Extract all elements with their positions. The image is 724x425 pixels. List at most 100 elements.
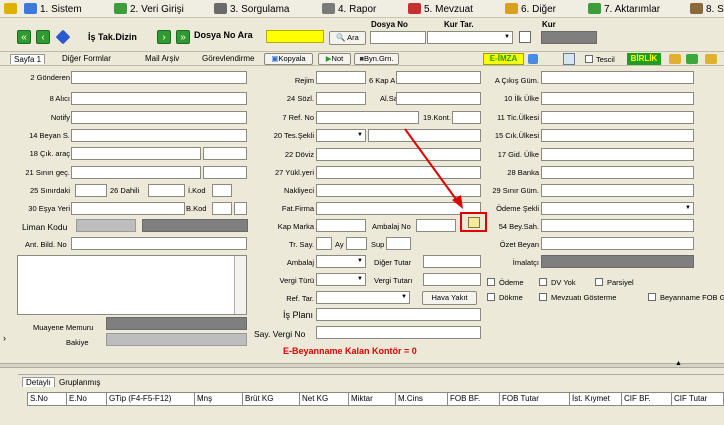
grid-col-fob-bf[interactable]: FOB BF. bbox=[448, 393, 500, 405]
export-icon[interactable] bbox=[705, 54, 717, 64]
bey-sah-input[interactable] bbox=[541, 219, 694, 232]
ref-no-input[interactable] bbox=[316, 111, 419, 124]
menu-8[interactable]: 8. S bbox=[690, 3, 724, 15]
tab-detayli[interactable]: Detaylı bbox=[22, 377, 55, 387]
kur-tar-combo[interactable] bbox=[427, 31, 513, 44]
sinir-gec-input[interactable] bbox=[71, 166, 201, 179]
ambalaj-no-input[interactable] bbox=[416, 219, 456, 232]
is-takip-label[interactable]: İş Tak.Dizin bbox=[88, 32, 137, 42]
rejim-input[interactable] bbox=[316, 71, 366, 84]
tab-mail-arsiv[interactable]: Mail Arşiv bbox=[145, 54, 179, 63]
grid-col-ist-kiymet[interactable]: İst. Kıymet bbox=[570, 393, 622, 405]
grid-col-net-kg[interactable]: Net KG bbox=[300, 393, 349, 405]
next-record-button[interactable]: › bbox=[157, 30, 171, 44]
sup-input[interactable] bbox=[386, 237, 411, 250]
doc-icon[interactable] bbox=[563, 53, 575, 65]
vergi-turu-combo[interactable] bbox=[316, 273, 366, 286]
gonderen-input[interactable] bbox=[71, 71, 247, 84]
diger-tutar-input[interactable] bbox=[423, 255, 481, 268]
shield-icon[interactable] bbox=[528, 54, 538, 64]
prev-record-button[interactable]: ‹ bbox=[36, 30, 50, 44]
grid-col-sno[interactable]: S.No bbox=[28, 393, 67, 405]
beyanname-fob-checkbox[interactable] bbox=[648, 293, 656, 301]
sozl-input[interactable] bbox=[316, 92, 366, 105]
byn-grn-button[interactable]: ■Byn.Grn. bbox=[354, 53, 399, 65]
tr-say-input[interactable] bbox=[316, 237, 332, 250]
not-button[interactable]: ▶Not bbox=[318, 53, 351, 65]
al-sat-input[interactable] bbox=[396, 92, 481, 105]
tab-gruplanmis[interactable]: Gruplanmış bbox=[59, 378, 100, 387]
say-vergi-no-input[interactable] bbox=[316, 326, 481, 339]
b-kod-input[interactable] bbox=[212, 202, 232, 215]
menu-veri-girisi[interactable]: 2. Veri Girişi bbox=[114, 3, 184, 15]
tic-ulkesi-input[interactable] bbox=[541, 111, 694, 124]
is-plani-input[interactable] bbox=[316, 308, 481, 321]
dokme-checkbox[interactable] bbox=[487, 293, 495, 301]
diamond-icon[interactable] bbox=[55, 29, 71, 45]
sinirdaki-input[interactable] bbox=[75, 184, 107, 197]
dahili-input[interactable] bbox=[148, 184, 185, 197]
i-kod-input[interactable] bbox=[212, 184, 232, 197]
kap-a-input[interactable] bbox=[396, 71, 481, 84]
notify-input[interactable] bbox=[71, 111, 247, 124]
liman-kodu-input[interactable] bbox=[76, 219, 136, 232]
grid-col-cif-bf[interactable]: CIF BF. bbox=[622, 393, 672, 405]
mevzuati-gosterme-checkbox[interactable] bbox=[539, 293, 547, 301]
tab-gorevlendirme[interactable]: Görevlendirme bbox=[202, 54, 254, 63]
ref-tar-combo[interactable] bbox=[316, 291, 410, 304]
grid-col-eno[interactable]: E.No bbox=[67, 393, 107, 405]
notes-textarea[interactable] bbox=[17, 255, 247, 315]
grid-col-mns[interactable]: Mnş bbox=[195, 393, 243, 405]
calendar-icon[interactable] bbox=[519, 31, 531, 43]
cik-arac-code-input[interactable] bbox=[203, 147, 247, 160]
grid-col-mcins[interactable]: M.Cins bbox=[396, 393, 448, 405]
banka-input[interactable] bbox=[541, 166, 694, 179]
vergi-tutari-input[interactable] bbox=[423, 273, 481, 286]
ay-input[interactable] bbox=[346, 237, 367, 250]
tab-sayfa-1[interactable]: Sayfa 1 bbox=[10, 54, 46, 64]
esya-yeri-input[interactable] bbox=[71, 202, 185, 215]
ilk-ulke-input[interactable] bbox=[541, 92, 694, 105]
cik-ulkesi-input[interactable] bbox=[541, 129, 694, 142]
upload-icon[interactable] bbox=[686, 54, 698, 64]
e-imza-badge[interactable]: E-İMZA bbox=[483, 53, 524, 65]
tescil-checkbox[interactable] bbox=[585, 55, 593, 63]
birlik-badge[interactable]: BİRLİK bbox=[627, 53, 661, 65]
menu-aktarimlar[interactable]: 7. Aktarımlar bbox=[588, 3, 660, 15]
dosya-no-field[interactable] bbox=[370, 31, 426, 44]
kont-input[interactable] bbox=[452, 111, 481, 124]
odeme-sekli-combo[interactable] bbox=[541, 202, 694, 215]
last-record-button[interactable]: » bbox=[176, 30, 190, 44]
grid-col-brut-kg[interactable]: Brüt KG bbox=[243, 393, 300, 405]
ambalaj-combo[interactable] bbox=[316, 255, 366, 268]
ant-bild-no-input[interactable] bbox=[71, 237, 247, 250]
kopyala-button[interactable]: ▣Kopyala bbox=[264, 53, 313, 65]
odeme-checkbox[interactable] bbox=[487, 278, 495, 286]
dv-yok-checkbox[interactable] bbox=[539, 278, 547, 286]
ozet-beyan-input[interactable] bbox=[541, 237, 694, 250]
grid-col-fob-tutar[interactable]: FOB Tutar bbox=[500, 393, 570, 405]
grid-col-cif-tutar[interactable]: CIF Tutar bbox=[672, 393, 723, 405]
grid-col-gtip[interactable]: GTip (F4-F5-F12) bbox=[107, 393, 195, 405]
alici-input[interactable] bbox=[71, 92, 247, 105]
hava-yakit-button[interactable]: Hava Yakıt bbox=[422, 291, 477, 305]
grid-col-miktar[interactable]: Miktar bbox=[349, 393, 396, 405]
cikis-gum-input[interactable] bbox=[541, 71, 694, 84]
notes-scrollbar[interactable] bbox=[234, 256, 246, 314]
sinir-gum-input[interactable] bbox=[541, 184, 694, 197]
tab-diger-formlar[interactable]: Diğer Formlar bbox=[62, 54, 111, 63]
parsiyel-checkbox[interactable] bbox=[595, 278, 603, 286]
tes-sekli-combo[interactable] bbox=[316, 129, 366, 142]
menu-rapor[interactable]: 4. Rapor bbox=[322, 3, 376, 15]
ara-button[interactable]: 🔍 Ara bbox=[329, 31, 366, 45]
folder-icon[interactable] bbox=[669, 54, 681, 64]
menu-sorgulama[interactable]: 3. Sorgulama bbox=[214, 3, 289, 15]
kap-marka-input[interactable] bbox=[316, 219, 366, 232]
gid-ulke-input[interactable] bbox=[541, 148, 694, 161]
cik-arac-input[interactable] bbox=[71, 147, 201, 160]
first-record-button[interactable]: « bbox=[17, 30, 31, 44]
beyan-s-input[interactable] bbox=[71, 129, 247, 142]
menu-mevzuat[interactable]: 5. Mevzuat bbox=[408, 3, 473, 15]
kur-field[interactable] bbox=[541, 31, 597, 44]
menu-sistem[interactable]: 1. Sistem bbox=[24, 3, 82, 15]
